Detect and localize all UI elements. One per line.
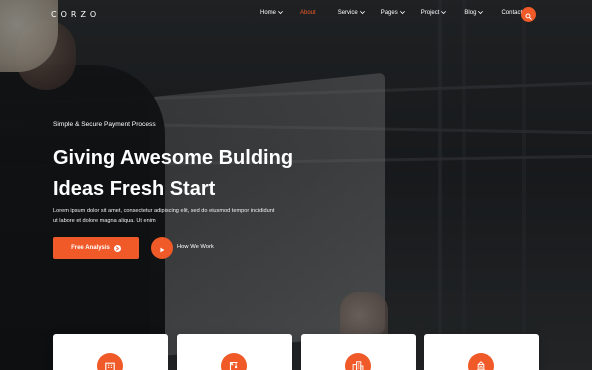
nav-item-label: Project (420, 10, 440, 16)
free-analysis-button[interactable]: Free Analysis (53, 237, 139, 259)
nav-item-blog[interactable]: Blog (464, 10, 484, 16)
nav-item-home[interactable]: Home (260, 10, 283, 16)
feature-card[interactable] (177, 334, 292, 370)
feature-card[interactable] (424, 334, 539, 370)
main-menu: Home About Service Pages Project Blog Co… (260, 10, 522, 16)
feature-card[interactable] (301, 334, 416, 370)
hero-title: Giving Awesome Bulding Ideas Fresh Start (53, 143, 383, 205)
hero-section: CORZO Home About Service Pages Project B… (0, 0, 592, 370)
nav-item-label: Contact (501, 10, 523, 16)
nav-item-label: Blog (464, 10, 477, 16)
chevron-down-icon (278, 10, 283, 15)
search-button[interactable] (521, 7, 536, 22)
building-icon (97, 353, 123, 370)
nav-item-project[interactable]: Project (421, 10, 447, 16)
hero-description-line: Lorem ipsum dolor sit amet, consectetur … (53, 208, 275, 214)
nav-item-pages[interactable]: Pages (381, 10, 405, 16)
nav-item-service[interactable]: Service (338, 10, 365, 16)
top-navigation: CORZO Home About Service Pages Project B… (0, 0, 592, 30)
hero-description-line: ut labore et dolore magna aliqua. Ut eni… (53, 218, 156, 224)
nav-item-label: About (300, 10, 316, 16)
chevron-down-icon (478, 10, 484, 15)
city-icon (345, 353, 371, 370)
nav-item-label: Service (337, 10, 358, 16)
hero-title-line: Ideas Fresh Start (53, 178, 216, 200)
feature-cards (53, 334, 539, 370)
play-icon (158, 239, 166, 258)
hero-description: Lorem ipsum dolor sit amet, consectetur … (53, 206, 313, 226)
free-analysis-label: Free Analysis (71, 245, 110, 251)
nav-item-label: Home (260, 10, 277, 16)
brand-logo[interactable]: CORZO (51, 10, 100, 19)
chevron-down-icon (441, 10, 447, 15)
construction-icon (468, 353, 494, 370)
hero-kicker: Simple & Secure Payment Process (53, 121, 156, 128)
feature-card[interactable] (53, 334, 168, 370)
chevron-down-icon (359, 10, 365, 15)
nav-item-about[interactable]: About (300, 10, 316, 16)
chevron-down-icon (399, 10, 405, 15)
how-we-work-link[interactable]: How We Work (177, 244, 214, 250)
arrow-right-icon (113, 244, 121, 252)
search-icon (525, 5, 532, 24)
nav-item-label: Pages (380, 10, 398, 16)
hero-title-line: Giving Awesome Bulding (53, 147, 294, 169)
nav-item-contact[interactable]: Contact (501, 10, 522, 16)
crane-icon (221, 353, 247, 370)
play-video-button[interactable] (151, 237, 173, 259)
